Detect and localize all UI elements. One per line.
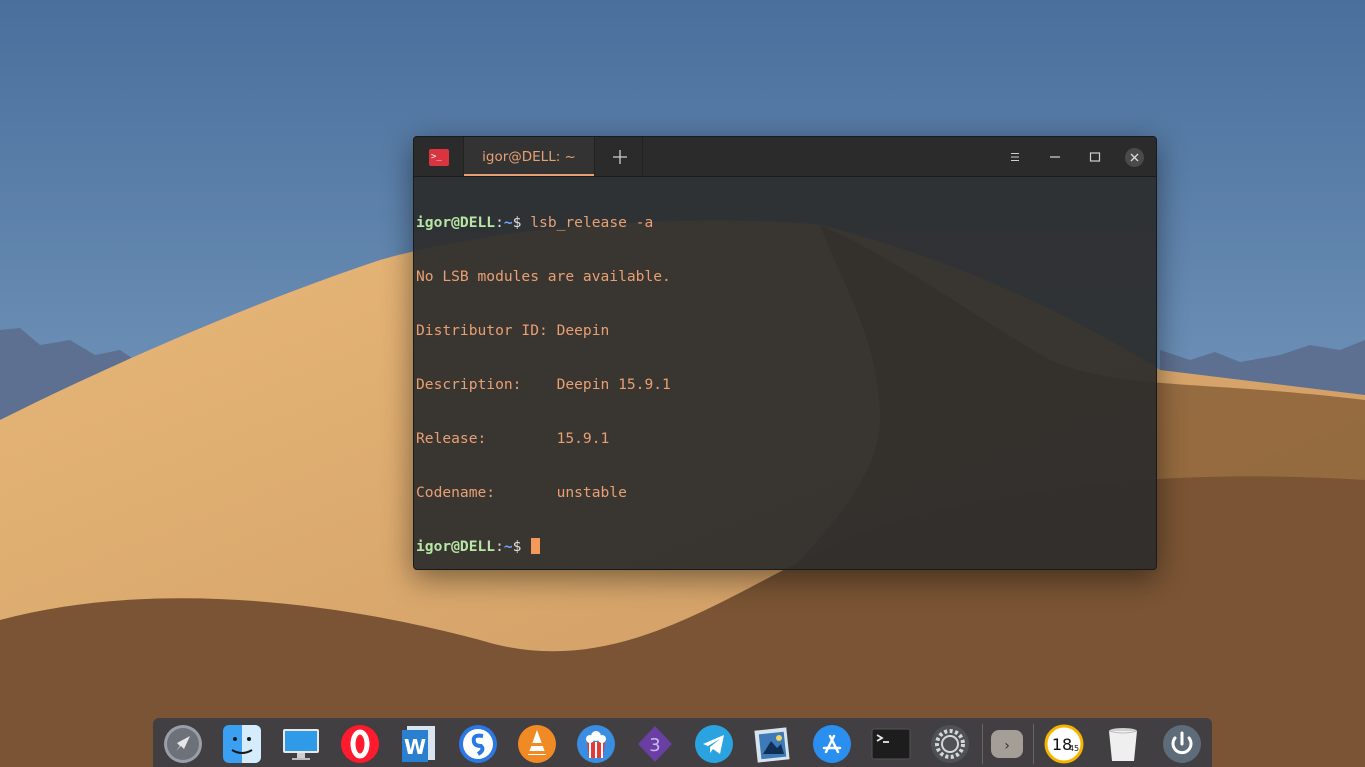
close-icon	[1130, 153, 1139, 162]
app-store-icon[interactable]	[812, 724, 852, 764]
clock-minute: 45	[1069, 744, 1079, 753]
clock-face: 1845	[1044, 724, 1084, 764]
title-bar[interactable]: >_ igor@DELL: ~	[414, 137, 1156, 177]
minimize-button[interactable]	[1046, 148, 1064, 166]
prompt-colon: :	[495, 214, 504, 231]
prompt-dir: ~	[503, 538, 513, 555]
trash-icon[interactable]	[1103, 724, 1143, 764]
finder-icon[interactable]	[222, 724, 262, 764]
popcorn-time-icon[interactable]	[576, 724, 616, 764]
prompt-user: igor@DELL	[416, 538, 496, 555]
tab-terminal[interactable]: igor@DELL: ~	[463, 137, 595, 176]
dock: W 3 › 18 45	[153, 718, 1212, 767]
power-icon[interactable]	[1162, 724, 1202, 764]
terminal-content[interactable]: igor@DELL:~$ lsb_release -a No LSB modul…	[416, 178, 1152, 569]
prompt-user: igor@DELL	[416, 214, 496, 231]
image-viewer-icon[interactable]	[753, 724, 793, 764]
dock-separator	[982, 724, 983, 764]
output-line: Release: 15.9.1	[416, 430, 610, 447]
telegram-icon[interactable]	[694, 724, 734, 764]
expand-glyph: ›	[1004, 738, 1010, 754]
terminal-line: igor@DELL:~$ lsb_release -a	[416, 214, 1152, 232]
terminal-window[interactable]: >_ igor@DELL: ~ igor@DELL:~$ lsb_release…	[413, 136, 1157, 570]
plus-icon	[613, 150, 627, 164]
launcher-icon[interactable]	[163, 724, 203, 764]
opera-icon[interactable]	[340, 724, 380, 764]
tab-label: igor@DELL: ~	[482, 149, 576, 165]
close-button[interactable]	[1125, 148, 1144, 167]
output-line: Distributor ID: Deepin	[416, 322, 610, 339]
settings-icon[interactable]	[930, 724, 970, 764]
output-line: Description: Deepin 15.9.1	[416, 376, 671, 393]
maximize-icon	[1089, 152, 1101, 162]
vscode-glyph: 3	[649, 735, 660, 756]
dock-separator	[1033, 724, 1034, 764]
hamburger-icon	[1011, 153, 1019, 161]
active-tab-indicator	[464, 174, 594, 176]
prompt-dir: ~	[503, 214, 513, 231]
minimize-icon	[1050, 156, 1060, 158]
wps-writer-icon[interactable]: W	[399, 724, 439, 764]
vscode-3-icon[interactable]: 3	[635, 724, 675, 764]
desktop-icon[interactable]	[281, 724, 321, 764]
prompt-dollar: $	[512, 538, 522, 555]
command-text: lsb_release -a	[521, 214, 654, 231]
terminal-icon[interactable]	[871, 724, 911, 764]
output-line: No LSB modules are available.	[416, 268, 671, 285]
new-tab-button[interactable]	[597, 137, 643, 176]
output-line: Codename: unstable	[416, 484, 627, 501]
clock-icon[interactable]: 18 45	[1044, 724, 1084, 764]
maximize-button[interactable]	[1086, 148, 1104, 166]
menu-button[interactable]	[1006, 148, 1024, 166]
sogou-icon[interactable]	[458, 724, 498, 764]
expand-arrow-icon[interactable]: ›	[987, 724, 1027, 764]
text-cursor	[531, 538, 541, 554]
vlc-icon[interactable]	[517, 724, 557, 764]
terminal-line: igor@DELL:~$	[416, 538, 1152, 556]
writer-glyph: W	[404, 735, 426, 759]
prompt-colon: :	[495, 538, 504, 555]
terminal-app-icon: >_	[429, 149, 449, 166]
